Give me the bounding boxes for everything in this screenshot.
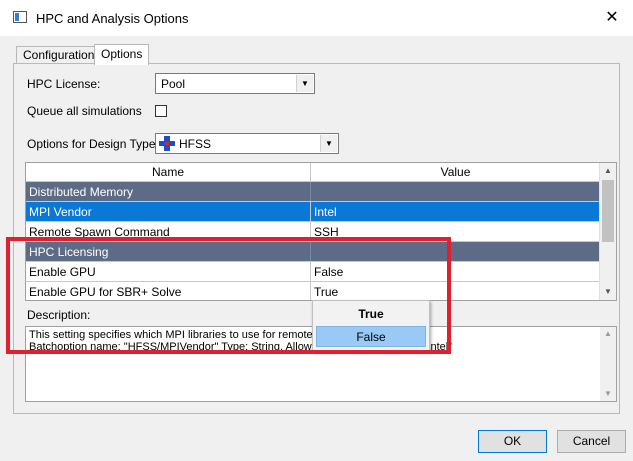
row-value[interactable]: False	[314, 262, 343, 282]
row-value[interactable]: SSH	[314, 222, 339, 242]
cell-divider	[310, 242, 311, 261]
cell-divider	[310, 222, 311, 241]
hpc-license-label: HPC License:	[27, 77, 101, 91]
design-type-value: HFSS	[179, 137, 212, 151]
row-name: Enable GPU for SBR+ Solve	[29, 285, 182, 299]
table-row[interactable]: Enable GPU False	[26, 262, 600, 282]
description-label: Description:	[27, 308, 91, 322]
scroll-down-icon[interactable]: ▼	[600, 284, 616, 300]
row-name: Remote Spawn Command	[29, 225, 170, 239]
design-type-select[interactable]: HFSS ▼	[155, 133, 339, 154]
dropdown-option-true[interactable]: True	[316, 304, 426, 325]
hpc-license-value: Pool	[161, 77, 186, 91]
queue-all-label: Queue all simulations	[27, 104, 142, 118]
grid-scrollbar[interactable]: ▲ ▼	[599, 163, 616, 300]
row-name: Distributed Memory	[29, 185, 134, 199]
table-row[interactable]: Enable GPU for SBR+ Solve True	[26, 282, 600, 300]
chevron-down-icon[interactable]: ▼	[296, 75, 313, 92]
value-dropdown-list: True False	[312, 300, 430, 351]
design-type-label: Options for Design Type:	[27, 137, 159, 151]
queue-all-checkbox[interactable]	[155, 105, 167, 117]
cell-divider	[310, 262, 311, 281]
grid-header: Name Value	[26, 163, 600, 182]
app-icon	[13, 11, 27, 23]
scroll-up-icon[interactable]: ▲	[600, 327, 616, 341]
property-grid: Name Value Distributed Memory MPI Vendor…	[25, 162, 617, 301]
tab-options[interactable]: Options	[94, 44, 150, 65]
row-value[interactable]: True	[314, 282, 338, 300]
cell-divider	[310, 182, 311, 201]
scrollbar-thumb[interactable]	[602, 180, 614, 242]
cell-divider	[310, 202, 311, 221]
row-name: MPI Vendor	[29, 205, 92, 219]
row-name: HPC Licensing	[29, 245, 109, 259]
dropdown-option-false[interactable]: False	[316, 326, 426, 347]
chevron-down-icon[interactable]: ▼	[320, 135, 337, 152]
row-value[interactable]: Intel	[314, 202, 337, 222]
hfss-icon	[159, 136, 175, 151]
title-bar: HPC and Analysis Options ✕	[0, 0, 633, 36]
table-row[interactable]: HPC Licensing	[26, 242, 600, 262]
scroll-up-icon[interactable]: ▲	[600, 163, 616, 179]
row-name: Enable GPU	[29, 265, 96, 279]
cancel-button[interactable]: Cancel	[557, 430, 626, 453]
table-row[interactable]: Remote Spawn Command SSH	[26, 222, 600, 242]
cell-divider	[310, 282, 311, 300]
hpc-license-select[interactable]: Pool ▼	[155, 73, 315, 94]
ok-button[interactable]: OK	[478, 430, 547, 453]
scroll-down-icon[interactable]: ▼	[600, 387, 616, 401]
window-title: HPC and Analysis Options	[36, 11, 189, 26]
column-header-value[interactable]: Value	[311, 165, 600, 179]
table-row[interactable]: Distributed Memory	[26, 182, 600, 202]
table-row[interactable]: MPI Vendor Intel	[26, 202, 600, 222]
description-scrollbar[interactable]: ▲ ▼	[600, 327, 616, 401]
close-icon[interactable]: ✕	[601, 7, 623, 29]
column-header-name[interactable]: Name	[26, 165, 310, 179]
